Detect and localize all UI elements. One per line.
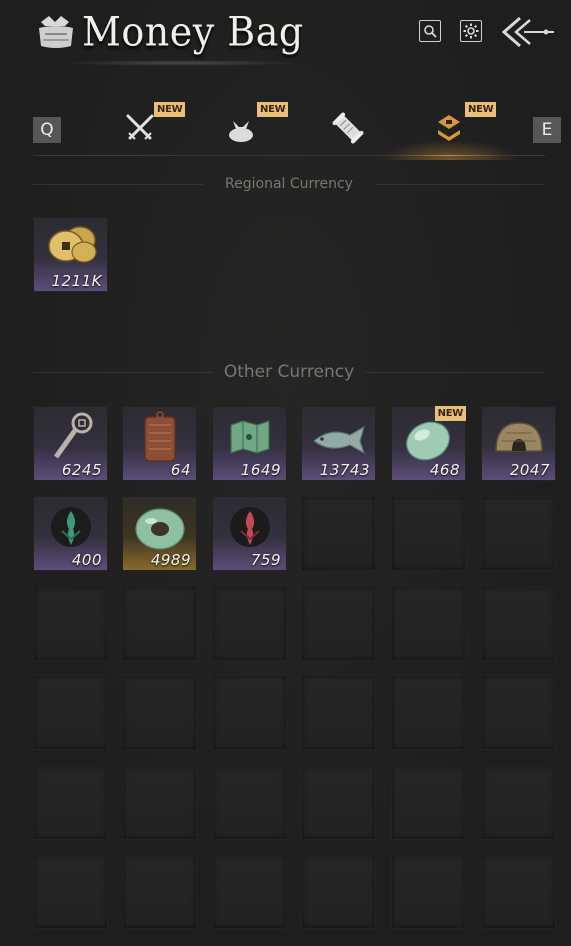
empty-slot xyxy=(391,765,466,840)
tab-scrolls[interactable] xyxy=(326,108,370,148)
divider xyxy=(375,184,545,185)
new-badge: NEW xyxy=(154,102,186,117)
regional-currency-heading: Regional Currency xyxy=(33,173,545,195)
mirror-icon xyxy=(495,422,543,452)
item-quantity: 4989 xyxy=(150,551,191,569)
currency-slot-red-flame[interactable]: 759 xyxy=(212,496,287,571)
key-icon xyxy=(53,412,93,459)
currency-slot-jade-map[interactable]: 1649 xyxy=(212,406,287,481)
item-quantity: 6245 xyxy=(61,461,102,479)
settings-button[interactable] xyxy=(460,20,482,42)
item-quantity: 400 xyxy=(71,551,102,569)
currency-slot-jade-disc[interactable]: 4989 xyxy=(122,496,197,571)
item-quantity: 64 xyxy=(170,461,191,479)
red-flame-icon xyxy=(230,507,270,547)
empty-slot xyxy=(391,854,466,929)
empty-slot xyxy=(122,586,197,661)
empty-slot xyxy=(33,765,108,840)
next-tab-key[interactable]: E xyxy=(533,117,561,143)
new-badge: NEW xyxy=(434,406,466,421)
back-arrow-icon[interactable] xyxy=(500,14,556,50)
empty-slot xyxy=(33,854,108,929)
fish-icon xyxy=(313,425,366,455)
search-icon xyxy=(424,25,437,38)
empty-slot xyxy=(391,586,466,661)
empty-slot xyxy=(391,675,466,750)
money-bag-panel: Money Bag Q NEW NEW NEW E Regional Curre… xyxy=(0,0,571,946)
currency-slot-jade-fish[interactable]: 13743 xyxy=(301,406,376,481)
scroll-icon xyxy=(332,112,364,144)
item-quantity: 13743 xyxy=(319,461,370,479)
item-quantity: 759 xyxy=(250,551,281,569)
tab-bundles[interactable]: NEW xyxy=(219,102,289,148)
empty-slot xyxy=(212,765,287,840)
active-tab-indicator xyxy=(395,155,505,156)
empty-slot xyxy=(301,854,376,929)
empty-slot xyxy=(301,496,376,571)
search-button[interactable] xyxy=(419,20,441,42)
empty-slot xyxy=(122,765,197,840)
new-badge: NEW xyxy=(465,102,497,117)
item-quantity: 1211K xyxy=(51,272,102,290)
empty-slot xyxy=(301,765,376,840)
title-underline xyxy=(60,60,300,66)
jade-disc-icon xyxy=(135,508,185,550)
currency-slot-bronze-mirror[interactable]: 2047 xyxy=(481,406,556,481)
new-badge: NEW xyxy=(257,102,289,117)
header: Money Bag xyxy=(0,0,571,80)
empty-slot xyxy=(122,675,197,750)
crossed-swords-icon xyxy=(126,114,154,140)
money-bag-icon xyxy=(39,16,73,48)
active-tab-glow xyxy=(380,140,520,160)
coins-icon xyxy=(48,226,97,263)
empty-slot xyxy=(33,586,108,661)
empty-slot xyxy=(301,586,376,661)
empty-slot xyxy=(481,586,556,661)
currency-slot-jade-stone[interactable]: NEW 468 xyxy=(391,406,466,481)
other-currency-heading: Other Currency xyxy=(33,361,545,383)
empty-slot xyxy=(212,854,287,929)
empty-slot xyxy=(481,854,556,929)
gear-icon xyxy=(463,23,479,39)
divider xyxy=(365,372,545,373)
item-quantity: 1649 xyxy=(240,461,281,479)
empty-slot xyxy=(301,675,376,750)
empty-slot xyxy=(212,675,287,750)
empty-slot xyxy=(481,675,556,750)
item-quantity: 2047 xyxy=(509,461,550,479)
currency-slot-key-token[interactable]: 6245 xyxy=(33,406,108,481)
empty-slot xyxy=(33,675,108,750)
empty-slot xyxy=(481,496,556,571)
map-icon xyxy=(230,420,270,454)
cloth-bundle-icon xyxy=(229,121,253,142)
green-flame-icon xyxy=(51,507,91,547)
page-title: Money Bag xyxy=(82,8,304,56)
currency-slot-coin-strings[interactable]: 1211K xyxy=(33,217,108,292)
currency-slot-green-flame[interactable]: 400 xyxy=(33,496,108,571)
currency-slot-bronze-plaque[interactable]: 64 xyxy=(122,406,197,481)
plaque-icon xyxy=(144,411,176,462)
empty-slot xyxy=(391,496,466,571)
empty-slot xyxy=(212,586,287,661)
empty-slot xyxy=(481,765,556,840)
item-quantity: 468 xyxy=(429,461,460,479)
prev-tab-key[interactable]: Q xyxy=(33,117,61,143)
tab-weapons[interactable]: NEW xyxy=(118,102,186,148)
empty-slot xyxy=(122,854,197,929)
